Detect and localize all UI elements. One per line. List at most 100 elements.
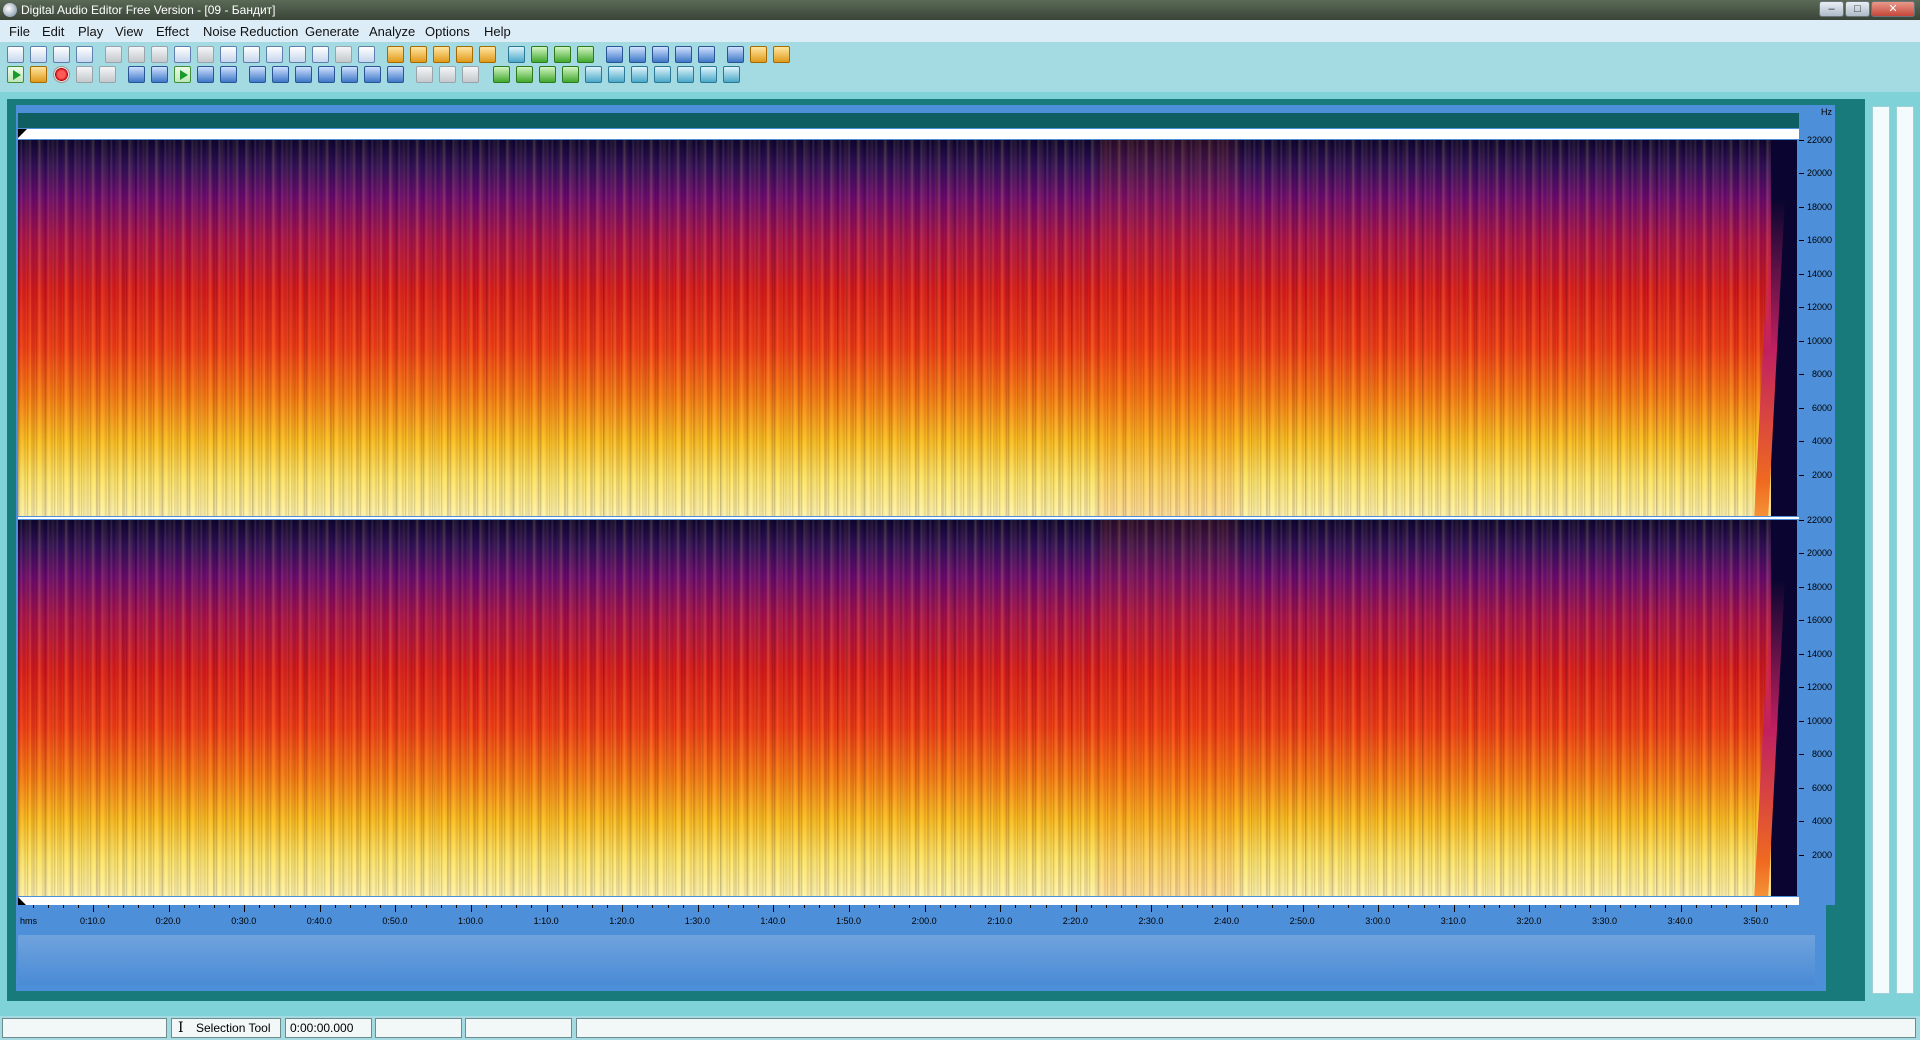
echo-icon[interactable]: [554, 46, 571, 63]
marker-icon[interactable]: [462, 66, 479, 83]
trim-icon[interactable]: [289, 46, 306, 63]
cut-icon[interactable]: [197, 46, 214, 63]
pitch-up-icon[interactable]: [493, 66, 510, 83]
fade-out-icon[interactable]: [410, 46, 427, 63]
stretch-icon[interactable]: [608, 66, 625, 83]
save-all-icon[interactable]: [76, 46, 93, 63]
phaser-icon[interactable]: [700, 66, 717, 83]
open-file-icon[interactable]: [30, 46, 47, 63]
time-tick: [1468, 905, 1470, 908]
time-tick: [62, 905, 64, 908]
menu-help[interactable]: Help: [484, 24, 511, 39]
convert-icon[interactable]: [652, 46, 669, 63]
new-file-icon[interactable]: [7, 46, 24, 63]
playhead-marker-top[interactable]: [18, 129, 27, 138]
time-tick: [501, 905, 503, 908]
spectrogram-end: [1771, 140, 1797, 516]
undo-icon[interactable]: [105, 46, 122, 63]
menu-view[interactable]: View: [115, 24, 143, 39]
loop-icon[interactable]: [30, 66, 47, 83]
chorus-icon[interactable]: [677, 66, 694, 83]
select-all-icon[interactable]: [312, 46, 329, 63]
menu-generate[interactable]: Generate: [305, 24, 359, 39]
crop-icon[interactable]: [358, 46, 375, 63]
cd-icon[interactable]: [629, 46, 646, 63]
noise-icon[interactable]: [675, 46, 692, 63]
normalize-icon[interactable]: [433, 46, 450, 63]
maximize-button[interactable]: □: [1845, 1, 1870, 17]
menu-edit[interactable]: Edit: [42, 24, 64, 39]
flanger-icon[interactable]: [654, 66, 671, 83]
equalizer-icon[interactable]: [531, 46, 548, 63]
time-tick: [1650, 905, 1652, 908]
menu-options[interactable]: Options: [425, 24, 470, 39]
record-mic-icon[interactable]: [606, 46, 623, 63]
vibrato-icon[interactable]: [631, 66, 648, 83]
time-tick: [1257, 905, 1259, 908]
sync-icon[interactable]: [439, 66, 456, 83]
zoom-vertical-in-icon[interactable]: [318, 66, 335, 83]
rewind-icon[interactable]: [151, 66, 168, 83]
frequency-tick: [1799, 374, 1804, 376]
reverse-icon[interactable]: [479, 46, 496, 63]
envelope-icon[interactable]: [585, 66, 602, 83]
effects-icon[interactable]: [750, 46, 767, 63]
redo-icon[interactable]: [128, 46, 145, 63]
selection-ruler-bottom[interactable]: [18, 897, 1815, 905]
spectrum-icon[interactable]: [723, 66, 740, 83]
frequency-tick-label: 14000: [1806, 648, 1832, 659]
menu-play[interactable]: Play: [78, 24, 103, 39]
play-selection-icon[interactable]: [174, 66, 191, 83]
selection-ruler[interactable]: [18, 129, 1815, 139]
undo-history-icon[interactable]: [151, 46, 168, 63]
frequency-tick: [1799, 441, 1804, 443]
app-icon: [3, 3, 17, 17]
overview-strip[interactable]: [18, 113, 1815, 128]
close-button[interactable]: ✕: [1871, 1, 1915, 17]
zoom-in-icon[interactable]: [249, 66, 266, 83]
frequency-tick: [1799, 206, 1804, 208]
tempo-icon[interactable]: [539, 66, 556, 83]
minimize-button[interactable]: –: [1819, 1, 1844, 17]
plugin-icon[interactable]: [773, 46, 790, 63]
settings-icon[interactable]: [508, 46, 525, 63]
save-icon[interactable]: [53, 46, 70, 63]
reverb-icon[interactable]: [577, 46, 594, 63]
fast-forward-icon[interactable]: [197, 66, 214, 83]
pause-icon[interactable]: [76, 66, 93, 83]
music-note-icon[interactable]: [727, 46, 744, 63]
menu-file[interactable]: File: [9, 24, 30, 39]
insert-silence-icon[interactable]: [335, 46, 352, 63]
status-cell-message: [576, 1018, 1916, 1038]
amplify-icon[interactable]: [456, 46, 473, 63]
paste-mix-icon[interactable]: [243, 46, 260, 63]
go-start-icon[interactable]: [128, 66, 145, 83]
fade-in-icon[interactable]: [387, 46, 404, 63]
menu-noise-reduction[interactable]: Noise Reduction: [203, 24, 298, 39]
time-tick: [1227, 905, 1228, 912]
menu-effect[interactable]: Effect: [156, 24, 189, 39]
track-area[interactable]: Hz 22000 20000 18000 16000 14000 12000 10000 80…: [16, 105, 1835, 991]
zoom-full-icon[interactable]: [364, 66, 381, 83]
copy-icon[interactable]: [174, 46, 191, 63]
spectrogram-left-channel[interactable]: [18, 140, 1797, 516]
zoom-out-icon[interactable]: [272, 66, 289, 83]
time-tick-label: 3:30.0: [1592, 916, 1618, 926]
time-ruler[interactable]: hms 0:10.0 0:20.0 0:30.0 0:40.0 0:50.0 1:00.0…: [18, 905, 1815, 927]
delete-icon[interactable]: [266, 46, 283, 63]
stop-icon[interactable]: [99, 66, 116, 83]
waveform-overview[interactable]: [18, 935, 1815, 985]
zoom-selection-icon[interactable]: [295, 66, 312, 83]
paste-icon[interactable]: [220, 46, 237, 63]
spectrogram-right-channel[interactable]: [18, 520, 1797, 896]
play-icon[interactable]: [7, 66, 24, 83]
snap-icon[interactable]: [416, 66, 433, 83]
bass-boost-icon[interactable]: [562, 66, 579, 83]
go-end-icon[interactable]: [220, 66, 237, 83]
record-icon[interactable]: [53, 66, 70, 83]
filter-icon[interactable]: [698, 46, 715, 63]
menu-analyze[interactable]: Analyze: [369, 24, 415, 39]
pitch-down-icon[interactable]: [516, 66, 533, 83]
zoom-fit-icon[interactable]: [387, 66, 404, 83]
zoom-vertical-out-icon[interactable]: [341, 66, 358, 83]
